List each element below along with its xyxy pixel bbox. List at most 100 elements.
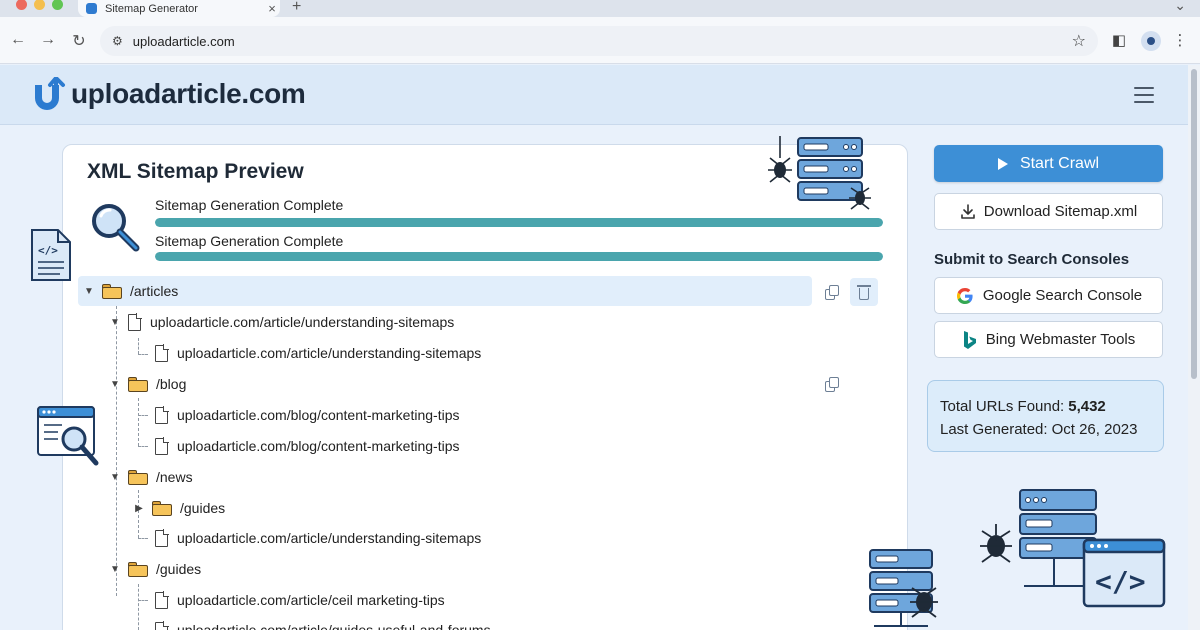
tree-guide-line (138, 354, 148, 355)
bing-logo-icon (962, 330, 978, 350)
minimize-window-dot[interactable] (34, 0, 45, 10)
consoles-section-title: Submit to Search Consoles (934, 251, 1130, 268)
side-panel-icon[interactable]: ◧ (1109, 31, 1129, 49)
caret-down-icon[interactable]: ▼ (108, 379, 122, 390)
logo-text[interactable]: uploadarticle.com (71, 78, 306, 110)
scrollbar-thumb[interactable] (1191, 69, 1197, 379)
tree-folder-row[interactable]: ▼ /guides (108, 557, 201, 581)
delete-button[interactable] (850, 278, 878, 306)
download-sitemap-label: Download Sitemap.xml (983, 203, 1138, 220)
site-info-icon[interactable]: ⚙ (112, 34, 123, 48)
copy-button[interactable] (818, 278, 846, 306)
google-search-console-button[interactable]: Google Search Console (934, 277, 1163, 314)
site-header: uploadarticle.com (0, 65, 1188, 125)
tab-title: Sitemap Generator (105, 2, 198, 15)
caret-down-icon[interactable]: ▼ (82, 286, 96, 297)
address-bar[interactable]: ⚙ uploadarticle.com ☆ (100, 26, 1098, 56)
tree-guide-line (138, 538, 148, 539)
tree-guide-line (138, 415, 148, 416)
download-icon (960, 203, 976, 220)
start-crawl-label: Start Crawl (1019, 154, 1100, 172)
hamburger-menu-icon[interactable] (1134, 87, 1154, 103)
tree-file-row[interactable]: uploadarticle.com/article/understanding-… (155, 341, 481, 365)
tree-file-row[interactable]: uploadarticle.com/article/guides-useful-… (155, 618, 491, 630)
tree-file-label: uploadarticle.com/article/guides-useful-… (177, 622, 491, 630)
profile-avatar-icon[interactable] (1141, 31, 1161, 51)
start-crawl-button[interactable]: Start Crawl (934, 145, 1163, 182)
bookmark-star-icon[interactable]: ☆ (1072, 31, 1086, 51)
progress-label: Sitemap Generation Complete (155, 197, 344, 213)
caret-down-icon[interactable]: ▼ (108, 564, 122, 575)
tree-file-row[interactable]: uploadarticle.com/article/ceil marketing… (155, 588, 445, 612)
folder-icon (128, 561, 148, 577)
file-icon (155, 406, 169, 424)
tree-folder-row[interactable]: ▼ /blog (108, 372, 186, 396)
file-icon (155, 437, 169, 455)
google-search-console-label: Google Search Console (982, 287, 1143, 304)
last-generated-label: Last Generated: (940, 421, 1048, 438)
browser-search-icon (37, 406, 99, 466)
tree-file-label: uploadarticle.com/article/understanding-… (177, 345, 482, 361)
tree-folder-label: /guides (180, 500, 226, 516)
copy-icon (825, 284, 839, 300)
tree-folder-label: /news (156, 469, 193, 485)
favicon-icon (86, 3, 97, 14)
browser-tab[interactable]: Sitemap Generator × (78, 0, 280, 17)
tree-file-label: uploadarticle.com/article/understanding-… (177, 530, 482, 546)
tree-folder-row[interactable]: ▼ /news (108, 465, 193, 489)
svg-text:</>: </> (38, 244, 58, 257)
svg-text:</>: </> (1095, 565, 1146, 598)
tree-file-row[interactable]: uploadarticle.com/blog/content-marketing… (155, 434, 459, 458)
total-urls-label: Total URLs Found: (940, 398, 1065, 415)
tab-search-chevron-icon[interactable]: ⌄ (1174, 0, 1186, 14)
tree-file-row[interactable]: uploadarticle.com/blog/content-marketing… (155, 403, 459, 427)
caret-down-icon[interactable]: ▼ (108, 472, 122, 483)
file-icon (155, 621, 169, 630)
progress-bar (155, 252, 883, 261)
magnifier-icon (92, 204, 140, 252)
server-spiders-icon (768, 136, 871, 210)
tree-file-row[interactable]: ▼ uploadarticle.com/article/understandin… (108, 310, 454, 334)
back-arrow-icon[interactable]: ← (8, 31, 28, 49)
copy-button[interactable] (818, 370, 846, 398)
tree-guide-line (138, 338, 139, 354)
reload-icon[interactable]: ↻ (69, 31, 89, 51)
browser-tab-strip: Sitemap Generator × + ⌄ (0, 0, 1200, 17)
caret-right-icon[interactable]: ▶ (132, 503, 146, 514)
folder-icon (128, 376, 148, 392)
tree-guide-line (138, 600, 148, 601)
bing-webmaster-tools-button[interactable]: Bing Webmaster Tools (934, 321, 1163, 358)
forward-arrow-icon[interactable]: → (38, 31, 58, 49)
download-sitemap-button[interactable]: Download Sitemap.xml (934, 193, 1163, 230)
logo-u-arrow-icon[interactable] (32, 77, 68, 111)
bing-webmaster-tools-label: Bing Webmaster Tools (985, 331, 1136, 348)
progress-bar (155, 218, 883, 227)
new-tab-button[interactable]: + (292, 0, 301, 16)
last-generated-value: Oct 26, 2023 (1051, 421, 1138, 438)
tree-file-row[interactable]: uploadarticle.com/article/understanding-… (155, 526, 481, 550)
file-icon (155, 529, 169, 547)
tree-guide-line (138, 446, 148, 447)
url-text[interactable]: uploadarticle.com (133, 34, 1072, 49)
play-icon (997, 157, 1008, 170)
page-scrollbar[interactable] (1188, 65, 1200, 630)
file-icon (155, 344, 169, 362)
code-document-icon: </> (31, 229, 71, 281)
tree-folder-row[interactable]: ▼ /articles (78, 276, 812, 306)
file-icon (128, 313, 142, 331)
file-icon (155, 591, 169, 609)
maximize-window-dot[interactable] (52, 0, 63, 10)
tab-close-icon[interactable]: × (264, 1, 280, 16)
tree-folder-row[interactable]: ▶ /guides (132, 496, 225, 520)
browser-toolbar: ← → ↻ ⚙ uploadarticle.com ☆ ◧ ⋮ (0, 17, 1200, 64)
progress-label: Sitemap Generation Complete (155, 233, 344, 249)
google-logo-icon (955, 286, 975, 306)
preview-title: XML Sitemap Preview (87, 160, 304, 183)
close-window-dot[interactable] (16, 0, 27, 10)
server-spider-icon (869, 549, 938, 627)
tree-guide-line (138, 398, 139, 446)
tree-file-label: uploadarticle.com/article/ceil marketing… (177, 592, 445, 608)
browser-menu-icon[interactable]: ⋮ (1170, 31, 1190, 49)
stats-card: Total URLs Found: 5,432 Last Generated: … (927, 380, 1164, 452)
caret-down-icon[interactable]: ▼ (108, 317, 122, 328)
